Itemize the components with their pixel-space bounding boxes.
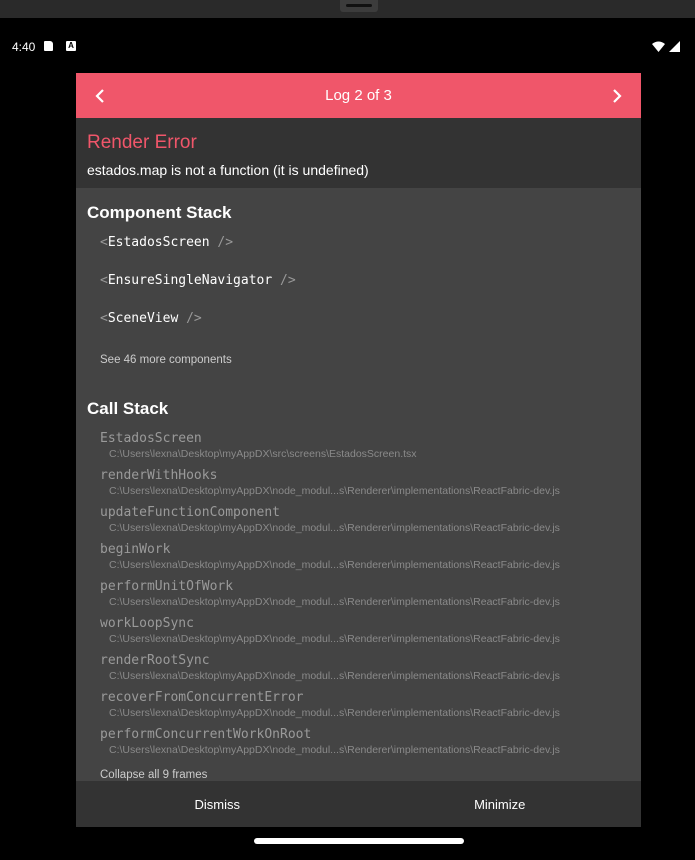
- frame-function: EstadosScreen: [100, 431, 202, 446]
- frame-file: C:\Users\lexna\Desktop\myAppDX\node_modu…: [109, 744, 560, 756]
- stack-frame[interactable]: updateFunctionComponent C:\Users\lexna\D…: [100, 505, 630, 535]
- status-bar: 4:40 A: [0, 36, 695, 58]
- frame-function: renderRootSync: [100, 653, 210, 668]
- sd-card-icon: [44, 41, 53, 51]
- logbox-panel: Log 2 of 3 Render Error estados.map is n…: [76, 73, 641, 827]
- frame-file: C:\Users\lexna\Desktop\myAppDX\node_modu…: [109, 485, 560, 497]
- signal-icon: [669, 41, 680, 52]
- component-item: <EstadosScreen />: [100, 235, 234, 250]
- stack-frame[interactable]: renderWithHooks C:\Users\lexna\Desktop\m…: [100, 468, 630, 498]
- error-message: estados.map is not a function (it is und…: [87, 162, 369, 178]
- camera-notch: [340, 0, 378, 12]
- component-item: <EnsureSingleNavigator />: [100, 273, 296, 288]
- collapse-frames-link[interactable]: Collapse all 9 frames: [100, 769, 207, 781]
- stack-frame[interactable]: EstadosScreen C:\Users\lexna\Desktop\myA…: [100, 431, 630, 461]
- frame-function: renderWithHooks: [100, 468, 218, 483]
- see-more-components-link[interactable]: See 46 more components: [100, 354, 232, 366]
- frame-function: workLoopSync: [100, 616, 194, 631]
- error-title: Render Error: [87, 132, 197, 153]
- stack-frame[interactable]: beginWork C:\Users\lexna\Desktop\myAppDX…: [100, 542, 630, 572]
- frame-function: updateFunctionComponent: [100, 505, 281, 520]
- next-log-button[interactable]: [593, 73, 641, 118]
- component-stack-title: Component Stack: [87, 203, 232, 222]
- frame-file: C:\Users\lexna\Desktop\myAppDX\node_modu…: [109, 522, 560, 534]
- log-counter-title: Log 2 of 3: [325, 87, 392, 104]
- frame-function: recoverFromConcurrentError: [100, 690, 304, 705]
- logbox-header: Log 2 of 3: [76, 73, 641, 118]
- stack-frame[interactable]: performUnitOfWork C:\Users\lexna\Desktop…: [100, 579, 630, 609]
- camera-bar: [0, 0, 695, 18]
- error-summary: Render Error estados.map is not a functi…: [76, 118, 641, 188]
- stack-frame[interactable]: renderRootSync C:\Users\lexna\Desktop\my…: [100, 653, 630, 683]
- frame-function: performConcurrentWorkOnRoot: [100, 727, 312, 742]
- frame-function: beginWork: [100, 542, 171, 557]
- frame-file: C:\Users\lexna\Desktop\myAppDX\node_modu…: [109, 707, 560, 719]
- chevron-right-icon: [613, 88, 622, 103]
- minimize-button[interactable]: Minimize: [359, 781, 642, 827]
- frame-file: C:\Users\lexna\Desktop\myAppDX\node_modu…: [109, 633, 560, 645]
- frame-file: C:\Users\lexna\Desktop\myAppDX\node_modu…: [109, 670, 560, 682]
- a-notification-icon: A: [66, 41, 76, 51]
- gesture-nav-handle[interactable]: [254, 838, 464, 844]
- wifi-icon: [652, 41, 665, 52]
- frame-file: C:\Users\lexna\Desktop\myAppDX\node_modu…: [109, 559, 560, 571]
- frame-file: C:\Users\lexna\Desktop\myAppDX\src\scree…: [109, 448, 417, 460]
- log-content[interactable]: Component Stack <EstadosScreen /> <Ensur…: [76, 188, 641, 781]
- component-item: <SceneView />: [100, 311, 202, 326]
- status-time: 4:40: [12, 40, 36, 54]
- call-stack-title: Call Stack: [87, 399, 169, 418]
- stack-frame[interactable]: recoverFromConcurrentError C:\Users\lexn…: [100, 690, 630, 720]
- wifi-signal-icons: [652, 41, 680, 52]
- stack-frame[interactable]: performConcurrentWorkOnRoot C:\Users\lex…: [100, 727, 630, 757]
- stack-frame[interactable]: workLoopSync C:\Users\lexna\Desktop\myAp…: [100, 616, 630, 646]
- frame-function: performUnitOfWork: [100, 579, 234, 594]
- logbox-footer: Dismiss Minimize: [76, 781, 641, 827]
- dismiss-button[interactable]: Dismiss: [76, 781, 359, 827]
- frame-file: C:\Users\lexna\Desktop\myAppDX\node_modu…: [109, 596, 560, 608]
